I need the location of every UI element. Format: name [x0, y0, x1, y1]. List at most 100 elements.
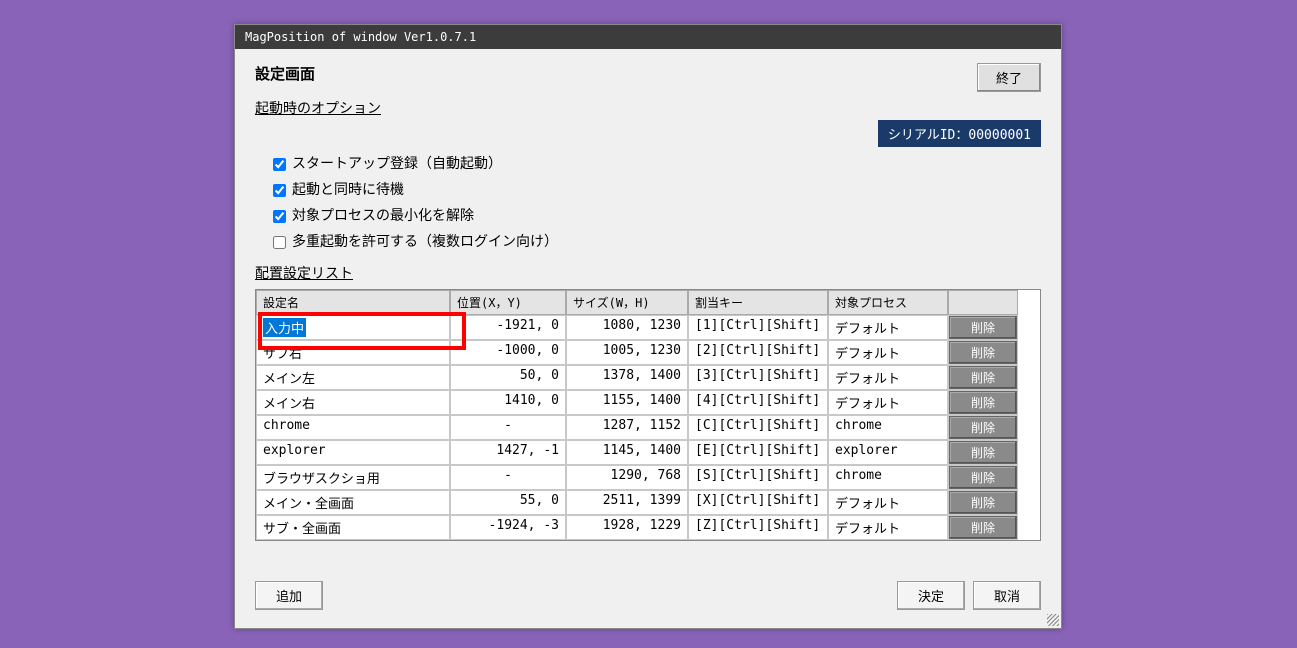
checkbox-label: 起動と同時に待機	[292, 182, 404, 198]
checkbox-input[interactable]	[273, 236, 286, 249]
checkbox-input[interactable]	[273, 158, 286, 171]
cell-position[interactable]: -1000, 0	[450, 340, 566, 365]
cell-position[interactable]: -1924, -3	[450, 515, 566, 540]
cell-name[interactable]: chrome	[256, 415, 450, 440]
col-header-position[interactable]: 位置(X，Y)	[450, 290, 566, 315]
cell-process[interactable]: デフォルト	[828, 515, 948, 540]
cell-process[interactable]: デフォルト	[828, 315, 948, 340]
col-header-process[interactable]: 対象プロセス	[828, 290, 948, 315]
cell-name[interactable]: ブラウザスクショ用	[256, 465, 450, 490]
cell-process[interactable]: chrome	[828, 465, 948, 490]
checkbox-label: 対象プロセスの最小化を解除	[292, 208, 474, 224]
col-header-delete	[948, 290, 1018, 315]
cell-size[interactable]: 1080, 1230	[566, 315, 688, 340]
window-titlebar[interactable]: MagPosition of window Ver1.0.7.1	[235, 25, 1061, 49]
cell-delete: 削除	[948, 415, 1018, 440]
cell-position[interactable]: -	[450, 465, 566, 490]
cell-size[interactable]: 2511, 1399	[566, 490, 688, 515]
cell-delete: 削除	[948, 340, 1018, 365]
cell-process[interactable]: デフォルト	[828, 390, 948, 415]
table-row[interactable]: chrome-1287, 1152[C][Ctrl][Shift]chrome削…	[256, 415, 1040, 440]
startup-options: スタートアップ登録（自動起動） 起動と同時に待機対象プロセスの最小化を解除多重起動…	[255, 153, 1041, 251]
cell-name[interactable]: 入力中	[256, 315, 450, 340]
cell-name[interactable]: explorer	[256, 440, 450, 465]
delete-button[interactable]: 削除	[949, 316, 1017, 339]
cell-name[interactable]: メイン右	[256, 390, 450, 415]
table-row[interactable]: メイン右1410, 01155, 1400[4][Ctrl][Shift]デフォ…	[256, 390, 1040, 415]
cell-size[interactable]: 1287, 1152	[566, 415, 688, 440]
cell-name[interactable]: メイン・全画面	[256, 490, 450, 515]
cell-position[interactable]: 1410, 0	[450, 390, 566, 415]
cell-size[interactable]: 1928, 1229	[566, 515, 688, 540]
delete-button[interactable]: 削除	[949, 341, 1017, 364]
serial-id-badge: シリアルID：00000001	[878, 120, 1041, 147]
cell-size[interactable]: 1290, 768	[566, 465, 688, 490]
cell-position[interactable]: 55, 0	[450, 490, 566, 515]
resize-grip[interactable]	[1047, 614, 1059, 626]
cell-hotkey[interactable]: [4][Ctrl][Shift]	[688, 390, 828, 415]
col-header-key[interactable]: 割当キー	[688, 290, 828, 315]
cell-size[interactable]: 1155, 1400	[566, 390, 688, 415]
cell-size[interactable]: 1005, 1230	[566, 340, 688, 365]
exit-button[interactable]: 終了	[977, 63, 1041, 92]
delete-button[interactable]: 削除	[949, 491, 1017, 514]
checkbox-input[interactable]	[273, 210, 286, 223]
cell-size[interactable]: 1378, 1400	[566, 365, 688, 390]
table-row[interactable]: サブ右-1000, 01005, 1230[2][Ctrl][Shift]デフォ…	[256, 340, 1040, 365]
ok-button[interactable]: 決定	[897, 581, 965, 610]
cancel-button[interactable]: 取消	[973, 581, 1041, 610]
table-row[interactable]: サブ・全画面-1924, -31928, 1229[Z][Ctrl][Shift…	[256, 515, 1040, 540]
cell-name[interactable]: サブ・全画面	[256, 515, 450, 540]
delete-button[interactable]: 削除	[949, 441, 1017, 464]
page-title: 設定画面	[255, 63, 381, 84]
cell-hotkey[interactable]: [X][Ctrl][Shift]	[688, 490, 828, 515]
cell-name[interactable]: サブ右	[256, 340, 450, 365]
grid-header: 設定名 位置(X，Y) サイズ(W，H) 割当キー 対象プロセス	[256, 290, 1040, 315]
cell-hotkey[interactable]: [S][Ctrl][Shift]	[688, 465, 828, 490]
cell-delete: 削除	[948, 515, 1018, 540]
delete-button[interactable]: 削除	[949, 416, 1017, 439]
cell-position[interactable]: 50, 0	[450, 365, 566, 390]
editing-input[interactable]: 入力中	[263, 318, 306, 337]
cell-hotkey[interactable]: [2][Ctrl][Shift]	[688, 340, 828, 365]
cell-hotkey[interactable]: [1][Ctrl][Shift]	[688, 315, 828, 340]
cell-hotkey[interactable]: [E][Ctrl][Shift]	[688, 440, 828, 465]
delete-button[interactable]: 削除	[949, 391, 1017, 414]
cell-position[interactable]: -1921, 0	[450, 315, 566, 340]
delete-button[interactable]: 削除	[949, 366, 1017, 389]
cell-size[interactable]: 1145, 1400	[566, 440, 688, 465]
table-row[interactable]: ブラウザスクショ用-1290, 768[S][Ctrl][Shift]chrom…	[256, 465, 1040, 490]
table-row[interactable]: メイン・全画面55, 02511, 1399[X][Ctrl][Shift]デフ…	[256, 490, 1040, 515]
checkbox-option: 対象プロセスの最小化を解除	[273, 205, 1041, 225]
cell-delete: 削除	[948, 365, 1018, 390]
cell-delete: 削除	[948, 315, 1018, 340]
cell-position[interactable]: 1427, -1	[450, 440, 566, 465]
delete-button[interactable]: 削除	[949, 516, 1017, 539]
table-row[interactable]: 入力中 -1921, 01080, 1230[1][Ctrl][Shift]デフォ…	[256, 315, 1040, 340]
cell-process[interactable]: デフォルト	[828, 490, 948, 515]
checkbox-label: 多重起動を許可する（複数ログイン向け）	[292, 234, 558, 250]
cell-name[interactable]: メイン左	[256, 365, 450, 390]
cell-delete: 削除	[948, 490, 1018, 515]
col-header-size[interactable]: サイズ(W，H)	[566, 290, 688, 315]
cell-hotkey[interactable]: [Z][Ctrl][Shift]	[688, 515, 828, 540]
checkbox-input[interactable]	[273, 184, 286, 197]
checkbox-label: スタートアップ登録（自動起動）	[292, 156, 502, 172]
cell-process[interactable]: explorer	[828, 440, 948, 465]
cell-position[interactable]: -	[450, 415, 566, 440]
settings-grid: 設定名 位置(X，Y) サイズ(W，H) 割当キー 対象プロセス 入力中-192…	[255, 289, 1041, 541]
add-button[interactable]: 追加	[255, 581, 323, 610]
cell-process[interactable]: デフォルト	[828, 340, 948, 365]
delete-button[interactable]: 削除	[949, 466, 1017, 489]
table-row[interactable]: メイン左50, 01378, 1400[3][Ctrl][Shift]デフォルト…	[256, 365, 1040, 390]
cell-hotkey[interactable]: [C][Ctrl][Shift]	[688, 415, 828, 440]
table-row[interactable]: explorer1427, -11145, 1400[E][Ctrl][Shif…	[256, 440, 1040, 465]
settings-window: MagPosition of window Ver1.0.7.1 設定画面 起動…	[234, 24, 1062, 629]
window-title: MagPosition of window Ver1.0.7.1	[245, 30, 476, 44]
cell-process[interactable]: デフォルト	[828, 365, 948, 390]
cell-delete: 削除	[948, 390, 1018, 415]
col-header-name[interactable]: 設定名	[256, 290, 450, 315]
cell-hotkey[interactable]: [3][Ctrl][Shift]	[688, 365, 828, 390]
cell-process[interactable]: chrome	[828, 415, 948, 440]
section-startup-title: 起動時のオプション	[255, 98, 381, 118]
